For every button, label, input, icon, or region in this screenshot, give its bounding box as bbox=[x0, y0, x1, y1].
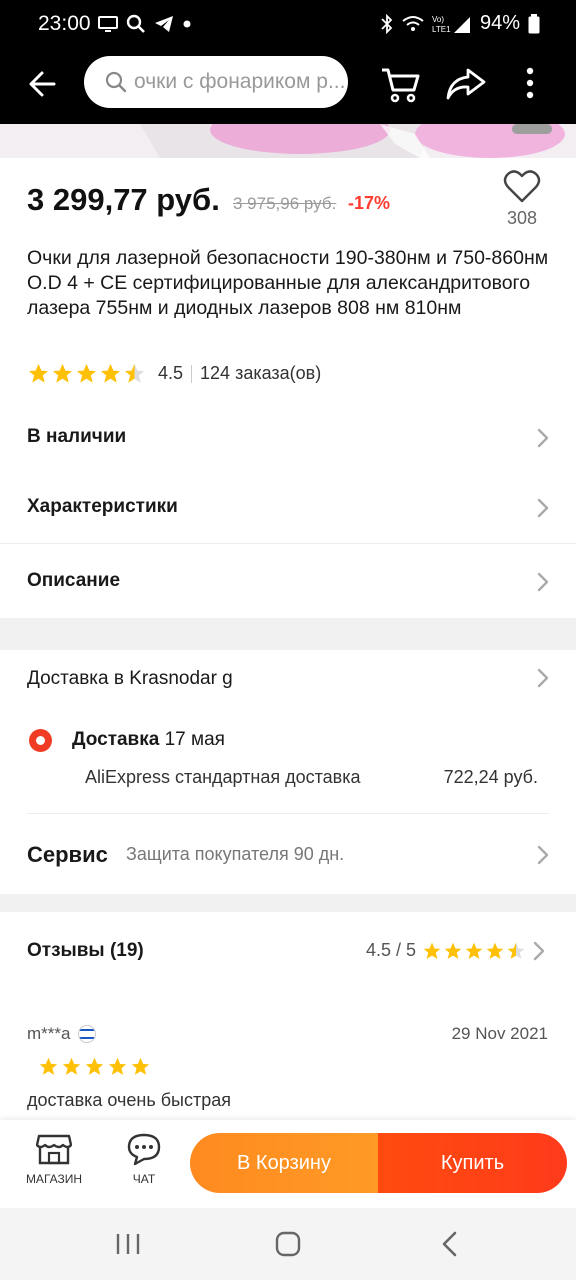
system-nav-bar bbox=[0, 1208, 576, 1280]
more-menu-icon[interactable] bbox=[508, 62, 552, 106]
status-bar: 23:00 Vo) LTE1 94% bbox=[0, 0, 576, 48]
chevron-right-icon[interactable] bbox=[536, 845, 550, 865]
delivery-radio[interactable] bbox=[29, 729, 52, 752]
cart-icon[interactable] bbox=[378, 62, 422, 106]
heart-icon[interactable] bbox=[503, 168, 541, 204]
star-full-icon bbox=[62, 1057, 81, 1075]
section-gap bbox=[0, 618, 576, 650]
chat-label: ЧАТ bbox=[132, 1172, 156, 1186]
delivery-type: Доставка 17 мая bbox=[72, 729, 225, 751]
review-date: 29 Nov 2021 bbox=[451, 1024, 548, 1043]
dot-icon bbox=[183, 20, 191, 28]
star-full-icon bbox=[28, 363, 49, 383]
row-in-stock[interactable]: В наличии bbox=[0, 402, 576, 472]
orders-count: 124 заказа(ов) bbox=[200, 363, 322, 383]
review-username: m***a bbox=[27, 1024, 71, 1043]
svg-text:Vo): Vo) bbox=[432, 15, 444, 24]
section-gap bbox=[0, 894, 576, 912]
share-icon[interactable] bbox=[444, 62, 488, 106]
country-flag-icon bbox=[78, 1025, 97, 1043]
star-full-icon bbox=[465, 942, 483, 959]
discount-badge: -17% bbox=[348, 193, 391, 213]
store-button[interactable]: МАГАЗИН bbox=[14, 1132, 94, 1186]
battery-percent: 94% bbox=[479, 12, 520, 34]
star-half-icon bbox=[507, 942, 525, 959]
star-full-icon bbox=[423, 942, 441, 959]
reviews-stars bbox=[422, 941, 526, 961]
review-stars bbox=[38, 1056, 151, 1077]
delivery-title[interactable]: Доставка в Krasnodar g bbox=[27, 668, 233, 690]
search-placeholder: очки с фонариком р... bbox=[134, 70, 346, 93]
signal-lte-icon: Vo)LTE1 bbox=[432, 15, 470, 34]
telegram-icon bbox=[155, 16, 173, 32]
rating-value: 4.5 bbox=[158, 363, 184, 383]
row-specs-label: Характеристики bbox=[27, 496, 178, 517]
star-full-icon bbox=[131, 1057, 150, 1075]
rating-stars bbox=[27, 362, 146, 385]
status-notification-icons bbox=[98, 14, 192, 34]
shipping-method: AliExpress стандартная доставка bbox=[85, 767, 361, 787]
row-description-label: Описание bbox=[27, 570, 121, 591]
status-time: 23:00 bbox=[38, 12, 91, 35]
service-label[interactable]: Сервис bbox=[27, 842, 108, 868]
star-full-icon bbox=[52, 363, 73, 383]
star-full-icon bbox=[39, 1057, 58, 1075]
delivery-type-label: Доставка bbox=[72, 729, 160, 750]
reviews-score-value: 4.5 / 5 bbox=[366, 940, 417, 960]
row-description[interactable]: Описание bbox=[0, 546, 576, 616]
store-icon bbox=[36, 1134, 72, 1165]
review-user: m***a bbox=[27, 1024, 97, 1044]
chevron-right-icon bbox=[533, 941, 545, 960]
row-specs[interactable]: Характеристики bbox=[0, 472, 576, 542]
chat-button[interactable]: ЧАТ bbox=[104, 1132, 184, 1186]
delivery-date: 17 мая bbox=[164, 729, 225, 750]
star-full-icon bbox=[100, 363, 121, 383]
star-full-icon bbox=[444, 942, 462, 959]
back-arrow-icon[interactable] bbox=[24, 64, 64, 104]
product-image bbox=[0, 124, 576, 158]
add-to-cart-button[interactable]: В Корзину bbox=[190, 1133, 378, 1193]
review-text: доставка очень быстрая bbox=[27, 1090, 231, 1110]
search-input[interactable]: очки с фонариком р... bbox=[84, 56, 348, 108]
reviews-label[interactable]: Отзывы (19) bbox=[27, 940, 144, 962]
star-half-icon bbox=[124, 363, 145, 383]
star-full-icon bbox=[486, 942, 504, 959]
store-label: МАГАЗИН bbox=[25, 1172, 83, 1186]
divider bbox=[27, 813, 549, 814]
shipping-price: 722,24 руб. bbox=[443, 767, 538, 787]
service-value: Защита покупателя 90 дн. bbox=[126, 844, 345, 864]
star-full-icon bbox=[76, 363, 97, 383]
chevron-right-icon bbox=[537, 428, 549, 448]
star-full-icon bbox=[108, 1057, 127, 1075]
top-toolbar: очки с фонариком р... bbox=[0, 48, 576, 124]
product-old-price: 3 975,96 руб. bbox=[233, 194, 337, 213]
product-title: Очки для лазерной безопасности 190-380нм… bbox=[27, 247, 549, 319]
search-icon bbox=[105, 71, 127, 93]
wifi-icon bbox=[402, 15, 424, 31]
recent-apps-icon[interactable] bbox=[108, 1228, 148, 1260]
svg-text:LTE1: LTE1 bbox=[432, 25, 451, 34]
chevron-right-icon bbox=[537, 572, 549, 592]
row-in-stock-label: В наличии bbox=[27, 426, 127, 447]
product-image-gallery[interactable] bbox=[0, 124, 576, 158]
product-rating[interactable]: 4.5 124 заказа(ов) bbox=[27, 362, 321, 385]
battery-icon bbox=[528, 13, 540, 33]
home-icon[interactable] bbox=[268, 1228, 308, 1260]
reviews-score[interactable]: 4.5 / 5 bbox=[366, 940, 546, 961]
search-status-icon bbox=[126, 14, 145, 33]
chevron-right-icon bbox=[537, 498, 549, 518]
back-nav-icon[interactable] bbox=[430, 1228, 470, 1260]
bluetooth-icon bbox=[381, 13, 393, 34]
product-price: 3 299,77 руб. bbox=[27, 182, 220, 217]
chat-icon bbox=[127, 1133, 161, 1166]
divider bbox=[0, 543, 576, 544]
star-full-icon bbox=[85, 1057, 104, 1075]
bottom-action-bar: МАГАЗИН ЧАТ В Корзину Купить bbox=[0, 1120, 576, 1208]
screen-icon bbox=[98, 16, 118, 32]
chevron-right-icon[interactable] bbox=[536, 668, 550, 688]
rating-separator bbox=[191, 364, 193, 383]
status-right: Vo) LTE1 94% bbox=[380, 12, 540, 35]
buy-now-button[interactable]: Купить bbox=[378, 1133, 567, 1193]
like-count: 308 bbox=[506, 208, 538, 228]
